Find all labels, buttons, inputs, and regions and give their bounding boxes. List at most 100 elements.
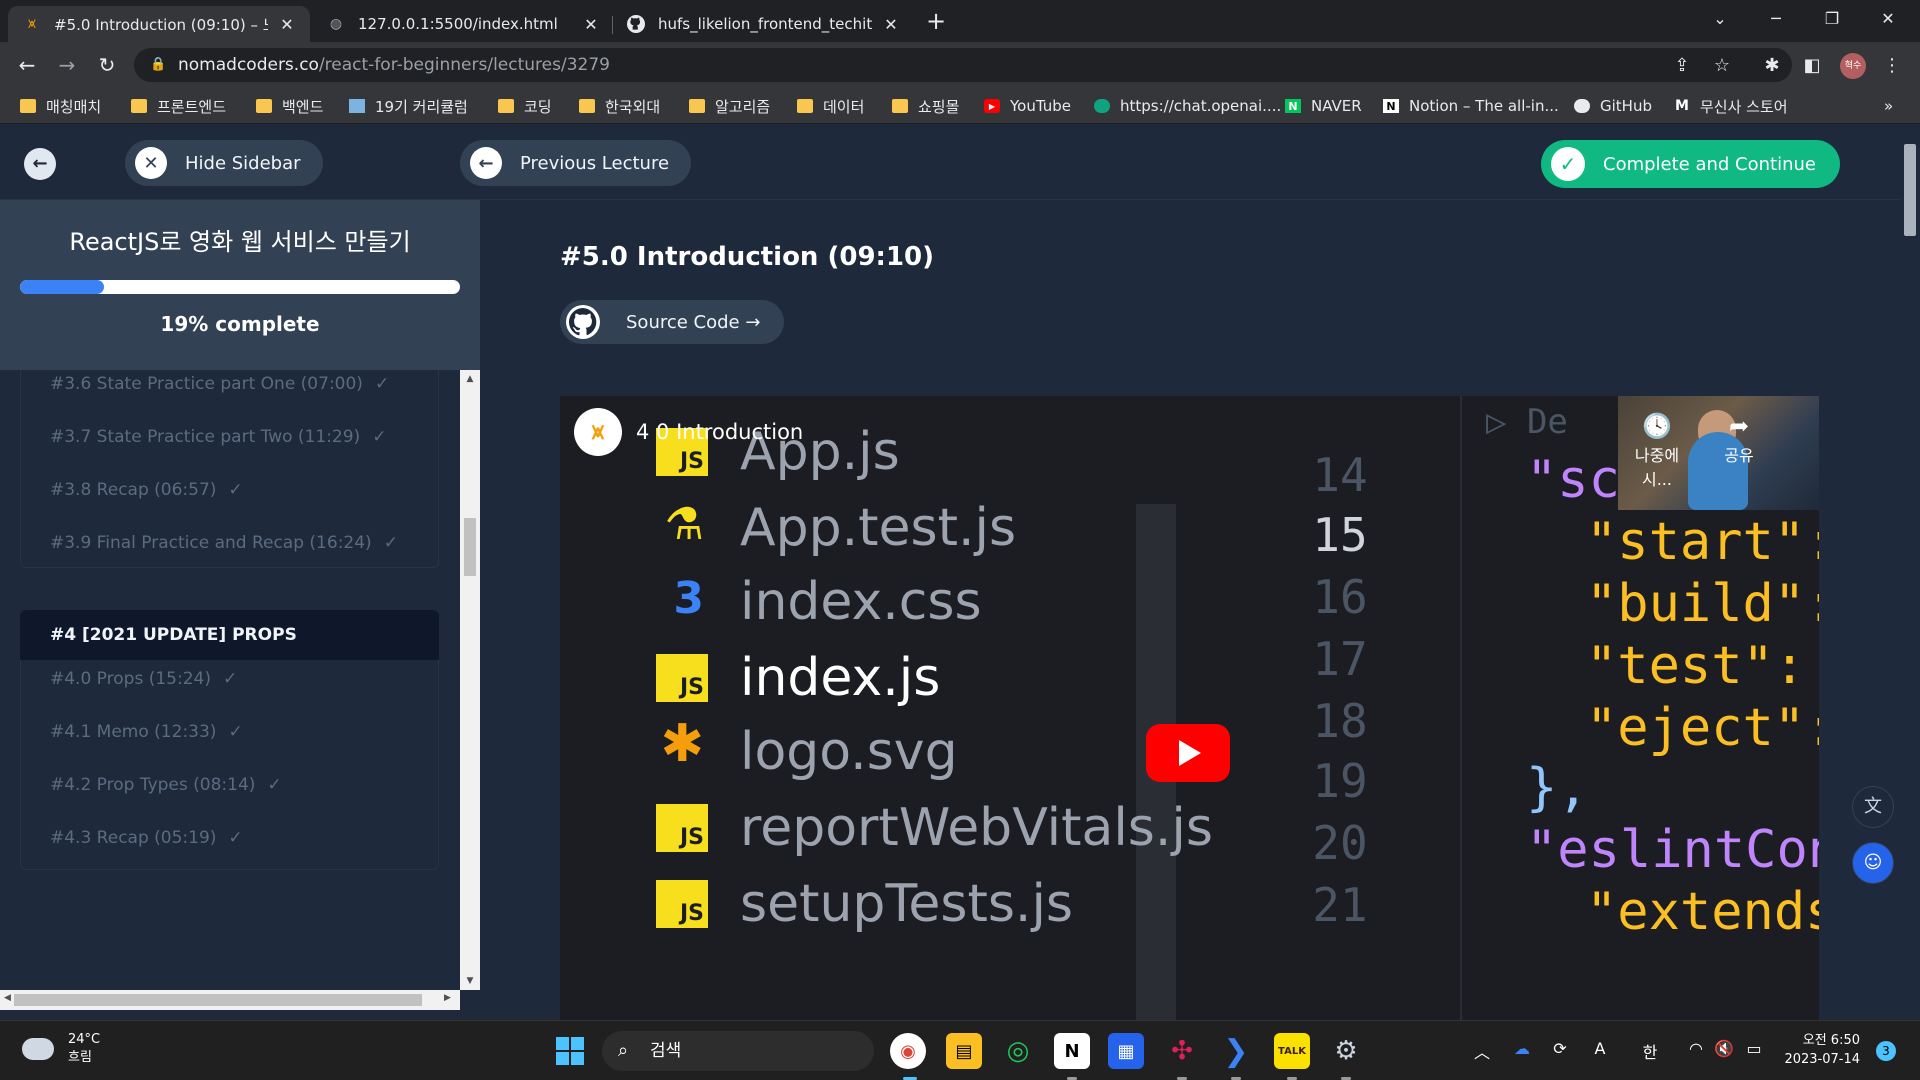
bookmark-item[interactable]: 알고리즘 [689, 94, 770, 118]
lesson-item[interactable]: #4.3 Recap (05:19) ✓ [50, 828, 243, 848]
video-file-item: JS reportWebVitals.js [656, 798, 1213, 858]
youtube-play-button[interactable] [1146, 724, 1230, 782]
code-text: "sc [1526, 450, 1620, 510]
speaker-muted-icon[interactable]: 🔇 [1712, 1039, 1736, 1058]
bookmark-item[interactable]: 쇼핑몰 [892, 94, 959, 118]
bookmark-item[interactable]: 백엔드 [256, 94, 323, 118]
vscode-icon[interactable]: ❯ [1218, 1033, 1254, 1069]
bookmark-item[interactable]: 데이터 [797, 94, 864, 118]
tab-search-icon[interactable]: ⌄ [1692, 0, 1748, 38]
lesson-item[interactable]: #4.0 Props (15:24) ✓ [50, 669, 237, 689]
sidebar-vertical-scrollbar[interactable]: ▲ ▼ [460, 370, 480, 990]
profile-avatar[interactable]: 혁수 [1840, 53, 1866, 79]
bookmark-item[interactable]: 코딩 [498, 94, 552, 118]
bookmark-item[interactable]: N Notion – The all-in... [1383, 94, 1559, 118]
tab-active[interactable]: ⩙ #5.0 Introduction (09:10) – 노마 ✕ [8, 6, 310, 42]
sidebar-horizontal-scrollbar[interactable]: ◀ ▶ [0, 990, 460, 1010]
bookmark-item[interactable]: M 무신사 스토어 [1674, 94, 1788, 118]
tab-github[interactable]: hufs_likelion_frontend_techit/we ✕ [612, 6, 914, 42]
windows-start-icon[interactable] [556, 1037, 584, 1065]
scrollbar-thumb[interactable] [464, 518, 476, 576]
bookmark-item[interactable]: 19기 커리큘럼 [349, 94, 468, 118]
bookmark-star-icon[interactable]: ☆ [1710, 54, 1734, 78]
chrome-icon[interactable]: ◉ [890, 1033, 926, 1069]
wifi-icon[interactable]: ◠ [1684, 1039, 1708, 1058]
settings-gear-icon[interactable]: ⚙ [1328, 1033, 1364, 1069]
check-icon: ✓ [383, 533, 398, 553]
bookmark-item[interactable]: N NAVER [1285, 94, 1362, 118]
bookmark-item[interactable]: https://chat.openai.... [1094, 94, 1281, 118]
notion-icon[interactable]: N [1054, 1033, 1090, 1069]
close-tab-icon[interactable]: ✕ [882, 15, 900, 34]
extensions-puzzle-icon[interactable]: ✱ [1760, 54, 1784, 78]
sticky-notes-icon[interactable]: ▤ [946, 1033, 982, 1069]
scroll-right-arrow-icon[interactable]: ▶ [444, 993, 451, 1003]
bookmark-item[interactable]: 매칭매치 [20, 94, 101, 118]
notification-badge[interactable]: 3 [1876, 1041, 1896, 1061]
page-scrollbar-thumb[interactable] [1904, 144, 1916, 236]
share-button[interactable]: ➦ 공유 [1704, 412, 1774, 466]
lesson-item[interactable]: #3.6 State Practice part One (07:00) ✓ [50, 374, 389, 394]
bookmark-label: Notion – The all-in... [1409, 97, 1559, 115]
hide-sidebar-button[interactable]: ✕ Hide Sidebar [125, 140, 323, 186]
lesson-item[interactable]: #3.7 State Practice part Two (11:29) ✓ [50, 427, 386, 447]
calendar-icon[interactable]: ▦ [1108, 1033, 1144, 1069]
watch-later-label: 나중에 시... [1634, 446, 1680, 489]
video-title-bar[interactable]: ⩙ 4 0 Introduction [574, 408, 803, 456]
scroll-left-arrow-icon[interactable]: ◀ [4, 993, 11, 1003]
system-clock[interactable]: 오전 6:50 2023-07-14 [1784, 1031, 1860, 1069]
close-tab-icon[interactable]: ✕ [278, 15, 296, 34]
tab-localhost[interactable]: ◍ 127.0.0.1:5500/index.html ✕ [312, 6, 614, 42]
scroll-up-arrow-icon[interactable]: ▲ [460, 374, 480, 384]
file-name: logo.svg [740, 722, 958, 782]
side-panel-icon[interactable]: ◧ [1800, 54, 1824, 78]
kebab-menu-icon[interactable]: ⋮ [1880, 54, 1904, 78]
bookmark-item[interactable]: 프론트엔드 [131, 94, 226, 118]
ime-indicator[interactable]: 한 [1638, 1039, 1662, 1063]
translate-icon[interactable]: 文 [1852, 786, 1894, 828]
minimize-button[interactable]: ─ [1748, 0, 1804, 38]
bookmark-item[interactable]: GitHub [1574, 94, 1652, 118]
course-header: ReactJS로 영화 웹 서비스 만들기 19% complete [0, 200, 480, 370]
lesson-item[interactable]: #4.2 Prop Types (08:14) ✓ [50, 775, 282, 795]
complete-continue-button[interactable]: ✓ Complete and Continue [1541, 140, 1840, 188]
share-icon[interactable]: ⇪ [1670, 54, 1694, 78]
share-arrow-icon: ➦ [1728, 412, 1750, 440]
close-tab-icon[interactable]: ✕ [582, 15, 600, 34]
video-player[interactable]: JS App.js ⚗ App.test.js 3 index.css JS index… [560, 396, 1819, 1020]
weather-widget[interactable]: 24°C 흐림 [22, 1031, 100, 1067]
scroll-down-arrow-icon[interactable]: ▼ [460, 976, 480, 986]
new-tab-button[interactable]: + [922, 8, 950, 36]
lesson-item[interactable]: #3.9 Final Practice and Recap (16:24) ✓ [50, 533, 398, 553]
back-arrow-icon[interactable]: ← [12, 50, 42, 80]
app-circle-icon[interactable]: ◎ [1000, 1033, 1036, 1069]
source-code-button[interactable]: Source Code → [560, 300, 785, 344]
show-hidden-icons-chevron-icon[interactable]: ︿ [1470, 1039, 1494, 1063]
scrollbar-thumb[interactable] [14, 994, 422, 1006]
kakaotalk-icon[interactable]: TALK [1274, 1033, 1310, 1069]
close-window-button[interactable]: ✕ [1860, 0, 1916, 38]
battery-icon[interactable]: ▭ [1742, 1039, 1766, 1058]
lesson-item[interactable]: #3.8 Recap (06:57) ✓ [50, 480, 243, 500]
forward-arrow-icon[interactable]: → [52, 50, 82, 80]
font-indicator[interactable]: A [1588, 1039, 1612, 1058]
bookmark-item[interactable]: ▶ YouTube [984, 94, 1071, 118]
previous-lecture-button[interactable]: ← Previous Lecture [460, 140, 692, 186]
more-bookmarks-button[interactable]: » [1884, 94, 1893, 118]
js-file-icon: JS [656, 654, 708, 702]
back-circle-icon[interactable]: ← [24, 148, 56, 180]
address-bar[interactable]: 🔒 nomadcoders.co/react-for-beginners/lec… [134, 48, 1792, 82]
taskbar-search[interactable]: ⌕ 검색 [602, 1031, 874, 1071]
sync-icon[interactable]: ⟳ [1548, 1039, 1572, 1058]
page-scrollbar[interactable] [1900, 124, 1920, 1020]
restore-button[interactable]: ❐ [1804, 0, 1860, 38]
extension-bubble-icon[interactable]: ☺ [1852, 842, 1894, 884]
bookmark-label: 무신사 스토어 [1700, 97, 1788, 116]
onedrive-cloud-icon[interactable]: ☁ [1510, 1039, 1534, 1058]
reload-icon[interactable]: ↻ [92, 50, 122, 80]
watch-later-button[interactable]: 🕓 나중에 시... [1622, 412, 1692, 490]
search-placeholder: 검색 [650, 1041, 682, 1061]
lesson-item[interactable]: #4.1 Memo (12:33) ✓ [50, 722, 243, 742]
bookmark-item[interactable]: 한국외대 [579, 94, 660, 118]
slack-icon[interactable]: ✣ [1164, 1033, 1200, 1069]
